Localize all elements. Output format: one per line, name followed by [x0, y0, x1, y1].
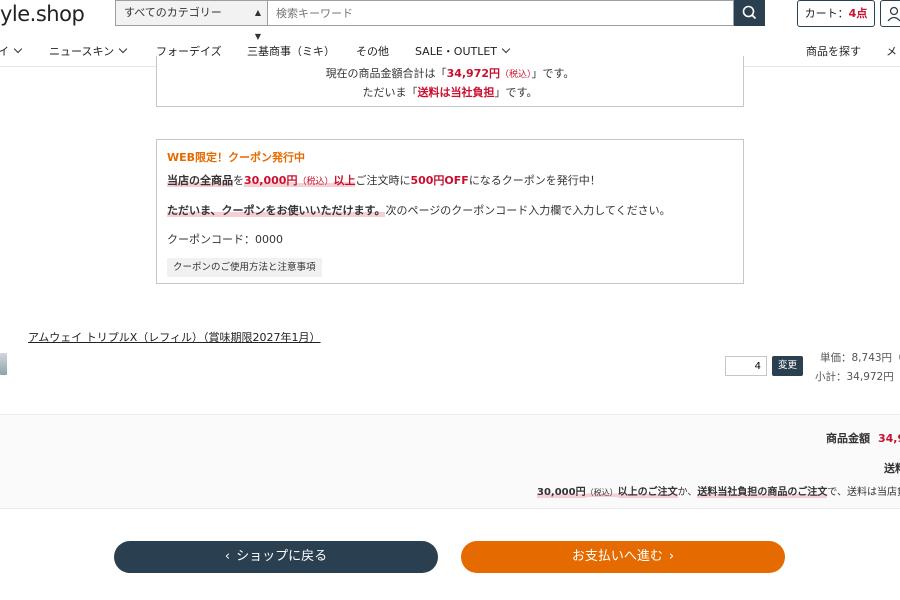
- chevron-down-icon: [118, 44, 128, 54]
- chevron-right-icon: ›: [668, 549, 675, 564]
- proceed-to-payment-button[interactable]: お支払いへ進む ›: [461, 541, 785, 573]
- shipping-label: 送料: [884, 462, 900, 475]
- coupon-box: WEB限定！クーポン発行中 当店の全商品を30,000円（税込）以上ご注文時に5…: [156, 139, 744, 284]
- nav-item-find-products[interactable]: 商品を探す: [806, 43, 861, 59]
- search-input[interactable]: [267, 0, 734, 26]
- site-logo[interactable]: yle.shop: [0, 2, 85, 26]
- coupon-usage-line: ただいま、クーポンをお使いいただけます。次のページのクーポンコード入力欄で入力し…: [167, 204, 671, 217]
- totals-panel: 商品金額 34,97 送料 30,000円（税込）以上のご注文か、送料当社負担の商…: [0, 414, 900, 509]
- product-total-amount: 34,97: [878, 432, 900, 445]
- nav-item-0[interactable]: イ: [0, 43, 23, 59]
- coupon-title: WEB限定！クーポン発行中: [167, 151, 306, 164]
- product-total-label: 商品金額: [826, 432, 870, 445]
- cart-label: カート：: [804, 7, 849, 20]
- category-select[interactable]: すべてのカテゴリー ▲ ▼: [115, 0, 267, 41]
- summary-total-line: 現在の商品金額合計は「34,972円（税込）」です。: [325, 67, 575, 80]
- category-select-label: すべてのカテゴリー: [124, 6, 222, 19]
- chevron-down-icon: [501, 44, 511, 54]
- coupon-howto-button[interactable]: クーポンのご使用方法と注意事項: [167, 258, 322, 277]
- back-to-shop-label: ショップに戻る: [236, 549, 328, 564]
- change-quantity-button[interactable]: 変更: [772, 356, 803, 376]
- cart-count: 4点: [848, 7, 868, 20]
- quantity-input[interactable]: [725, 356, 767, 376]
- free-shipping-notice: 送料は当社負担: [417, 86, 495, 99]
- product-name-link[interactable]: アムウェイ トリプルX（レフィル）（賞味期限2027年1月）: [28, 329, 321, 345]
- nav-item-nuskin-label: ニュースキン: [49, 45, 115, 58]
- chevron-left-icon: ‹: [224, 549, 231, 564]
- nav-item-menu[interactable]: メ: [886, 43, 897, 59]
- shipping-note: 30,000円（税込）以上のご注文か、送料当社負担の商品のご注文で、送料は当店負…: [537, 487, 900, 498]
- cart-summary-box: 現在の商品金額合計は「34,972円（税込）」です。 ただいま「送料は当社負担」…: [156, 56, 744, 107]
- coupon-offer-line: 当店の全商品を30,000円（税込）以上ご注文時に500円OFFになるクーポンを…: [167, 174, 601, 187]
- product-thumbnail[interactable]: [0, 353, 7, 375]
- updown-arrows-icon: ▲ ▼: [254, 8, 261, 41]
- unit-price: 単価：8,743円（: [820, 352, 900, 364]
- search-button[interactable]: [734, 0, 765, 26]
- summary-total-amount: 34,972円: [446, 67, 501, 80]
- item-subtotal: 小計：34,972円（: [815, 371, 900, 383]
- nav-item-0-label: イ: [0, 45, 9, 58]
- chevron-down-icon: [13, 44, 23, 54]
- nav-item-find-label: 商品を探す: [806, 45, 861, 58]
- nav-item-nuskin[interactable]: ニュースキン: [49, 43, 128, 59]
- nav-item-menu-label: メ: [886, 45, 897, 58]
- summary-shipping-line: ただいま「送料は当社負担」です。: [362, 86, 538, 99]
- account-button[interactable]: [880, 0, 900, 27]
- cart-button[interactable]: カート：4点: [797, 0, 875, 27]
- coupon-code: クーポンコード：0000: [167, 233, 283, 246]
- proceed-to-payment-label: お支払いへ進む: [571, 549, 663, 564]
- back-to-shop-button[interactable]: ‹ ショップに戻る: [114, 541, 438, 573]
- totals-row: 商品金額 34,97: [826, 430, 900, 446]
- search-icon: [742, 5, 757, 20]
- user-icon: [887, 6, 900, 22]
